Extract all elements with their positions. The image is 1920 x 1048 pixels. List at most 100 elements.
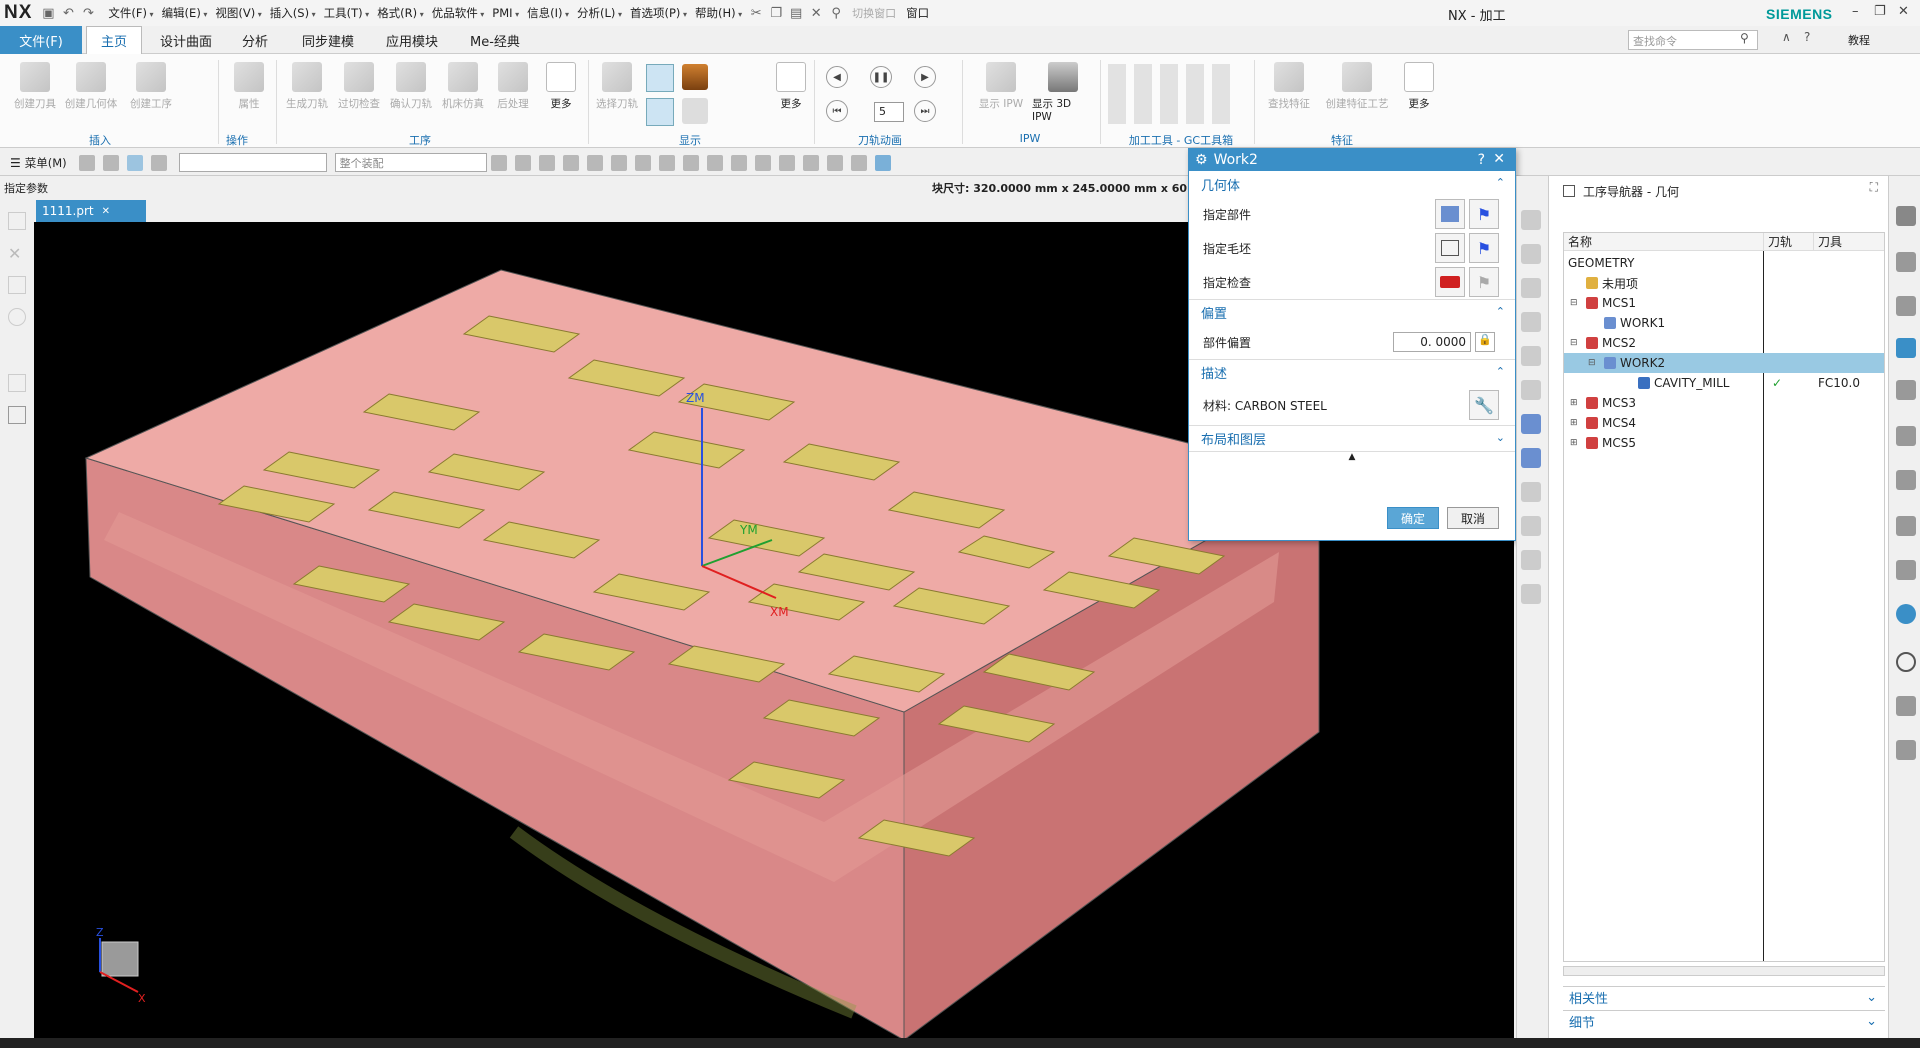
select-filter4-icon[interactable]: [150, 154, 167, 171]
restore-icon[interactable]: ❐: [1874, 4, 1886, 19]
menu-analysis[interactable]: 分析(L): [573, 5, 626, 21]
animation-speed-input[interactable]: 5: [874, 102, 904, 122]
select-filter2-icon[interactable]: [102, 154, 119, 171]
help-icon[interactable]: ?: [1478, 152, 1485, 168]
create-feature-process-button[interactable]: 创建特征工艺: [1320, 62, 1394, 111]
view-zoom-icon[interactable]: [706, 154, 723, 171]
ok-button[interactable]: 确定: [1387, 507, 1439, 529]
tab-sync-modeling[interactable]: 同步建模: [288, 26, 368, 54]
close-icon[interactable]: ✕: [1898, 4, 1909, 19]
nav-tool-7-icon[interactable]: [1521, 414, 1541, 434]
square-icon[interactable]: [8, 406, 26, 424]
menu-button[interactable]: 菜单(M): [25, 155, 75, 171]
column-name[interactable]: 名称: [1564, 233, 1764, 251]
select-check-button[interactable]: [1435, 267, 1465, 297]
section-offset[interactable]: 偏置 ⌃: [1189, 299, 1515, 325]
grid-icon[interactable]: [8, 374, 26, 392]
table-row[interactable]: ⊞ MCS3: [1564, 393, 1884, 413]
tab-applications[interactable]: 应用模块: [372, 26, 452, 54]
show-check-button[interactable]: ⚑: [1469, 267, 1499, 297]
rewind-icon[interactable]: ◀: [826, 66, 848, 88]
tab-home[interactable]: 主页: [86, 26, 143, 54]
feature-nav-icon[interactable]: [1896, 426, 1916, 446]
nav-tool-3-icon[interactable]: [1521, 278, 1541, 298]
snap2-icon[interactable]: [514, 154, 531, 171]
arc-icon[interactable]: [8, 308, 26, 326]
menu-file[interactable]: 文件(F): [104, 5, 157, 21]
menu-help[interactable]: 帮助(H): [691, 5, 746, 21]
snap-icon[interactable]: [490, 154, 507, 171]
part-offset-input[interactable]: 0. 0000: [1393, 332, 1471, 352]
visual-icon[interactable]: [1896, 470, 1916, 490]
gc-toolbox-icons[interactable]: [1108, 64, 1238, 124]
nav-tool-6-icon[interactable]: [1521, 380, 1541, 400]
window-menu[interactable]: 窗口: [902, 5, 933, 21]
nav-tool-11-icon[interactable]: [1521, 550, 1541, 570]
show-3d-ipw-button[interactable]: 显示 3D IPW: [1032, 62, 1094, 123]
more-process-button[interactable]: 更多: [534, 62, 588, 111]
view-rotate-icon[interactable]: [730, 154, 747, 171]
more-feature-button[interactable]: 更多: [1392, 62, 1446, 111]
menu-pmi[interactable]: PMI: [488, 6, 523, 20]
step-back-icon[interactable]: ⏮: [826, 100, 848, 122]
lock-icon[interactable]: 🔒: [1475, 332, 1495, 352]
snap6-icon[interactable]: [610, 154, 627, 171]
table-row[interactable]: 未用项: [1564, 273, 1884, 293]
step-forward-icon[interactable]: ⏭: [914, 100, 936, 122]
properties-button[interactable]: 属性: [222, 62, 276, 111]
create-tool-button[interactable]: 创建刀具: [8, 62, 62, 111]
snap8-icon[interactable]: [658, 154, 675, 171]
menu-edit[interactable]: 编辑(E): [158, 5, 212, 21]
view-triad-cube[interactable]: [101, 941, 139, 977]
section-detail[interactable]: 细节 ⌄: [1563, 1010, 1885, 1032]
menu-insert[interactable]: 插入(S): [266, 5, 320, 21]
select-blank-button[interactable]: [1435, 233, 1465, 263]
system-materials-icon[interactable]: [1896, 696, 1916, 716]
create-operation-button[interactable]: 创建工序: [124, 62, 178, 111]
table-row[interactable]: ⊞ MCS5: [1564, 433, 1884, 453]
find-feature-button[interactable]: 查找特征: [1262, 62, 1316, 111]
table-row[interactable]: CAVITY_MILL ✓ FC10.0: [1564, 373, 1884, 393]
view-layer-icon[interactable]: [826, 154, 843, 171]
material-button[interactable]: 🔧: [1469, 390, 1499, 420]
select-filter3-icon[interactable]: [126, 154, 143, 171]
save-icon[interactable]: ▣: [38, 3, 58, 23]
assembly-nav-icon[interactable]: [1896, 252, 1916, 272]
menu-view[interactable]: 视图(V): [211, 5, 265, 21]
settings-icon[interactable]: [1896, 206, 1916, 226]
render-style-icon[interactable]: [754, 154, 771, 171]
nav-tool-5-icon[interactable]: [1521, 346, 1541, 366]
section-description[interactable]: 描述 ⌃: [1189, 359, 1515, 385]
select-path-button[interactable]: 选择刀轨: [590, 62, 644, 111]
nav-tool-10-icon[interactable]: [1521, 516, 1541, 536]
tab-file[interactable]: 文件(F): [0, 26, 82, 54]
machine-sim-button[interactable]: 机床仿真: [436, 62, 490, 111]
create-geometry-button[interactable]: 创建几何体: [64, 62, 118, 111]
section-geometry[interactable]: 几何体 ⌃: [1189, 171, 1515, 197]
tab-me-classic[interactable]: Me-经典: [456, 26, 534, 54]
cut-icon[interactable]: ✂: [746, 3, 766, 23]
tutorial-link[interactable]: 教程: [1848, 32, 1870, 48]
nav-tool-1-icon[interactable]: [1521, 210, 1541, 230]
collapse-ribbon-icon[interactable]: ∧: [1782, 30, 1791, 44]
snap5-icon[interactable]: [586, 154, 603, 171]
nav-tool-9-icon[interactable]: [1521, 482, 1541, 502]
view-section-icon[interactable]: [802, 154, 819, 171]
redo-icon[interactable]: ↷: [78, 3, 98, 23]
menu-icon[interactable]: ☰: [0, 156, 25, 170]
part-nav-icon[interactable]: [1896, 296, 1916, 316]
list-display-icon[interactable]: [682, 98, 708, 124]
show-ipw-button[interactable]: 显示 IPW: [974, 62, 1028, 111]
menu-preferences[interactable]: 首选项(P): [626, 5, 691, 21]
table-row[interactable]: ⊞ MCS4: [1564, 413, 1884, 433]
expand-panel-icon[interactable]: ⛶: [1870, 180, 1878, 195]
midpoint-icon[interactable]: [8, 276, 26, 294]
cancel-button[interactable]: 取消: [1447, 507, 1499, 529]
snap-point-icon[interactable]: [8, 212, 26, 230]
command-search-input[interactable]: 查找命令: [1628, 30, 1758, 50]
view-shade-icon[interactable]: [850, 154, 867, 171]
paste-icon[interactable]: ▤: [786, 3, 806, 23]
snap3-icon[interactable]: [538, 154, 555, 171]
section-relevance[interactable]: 相关性 ⌄: [1563, 986, 1885, 1008]
document-tab[interactable]: 1111.prt ✕: [36, 200, 146, 222]
